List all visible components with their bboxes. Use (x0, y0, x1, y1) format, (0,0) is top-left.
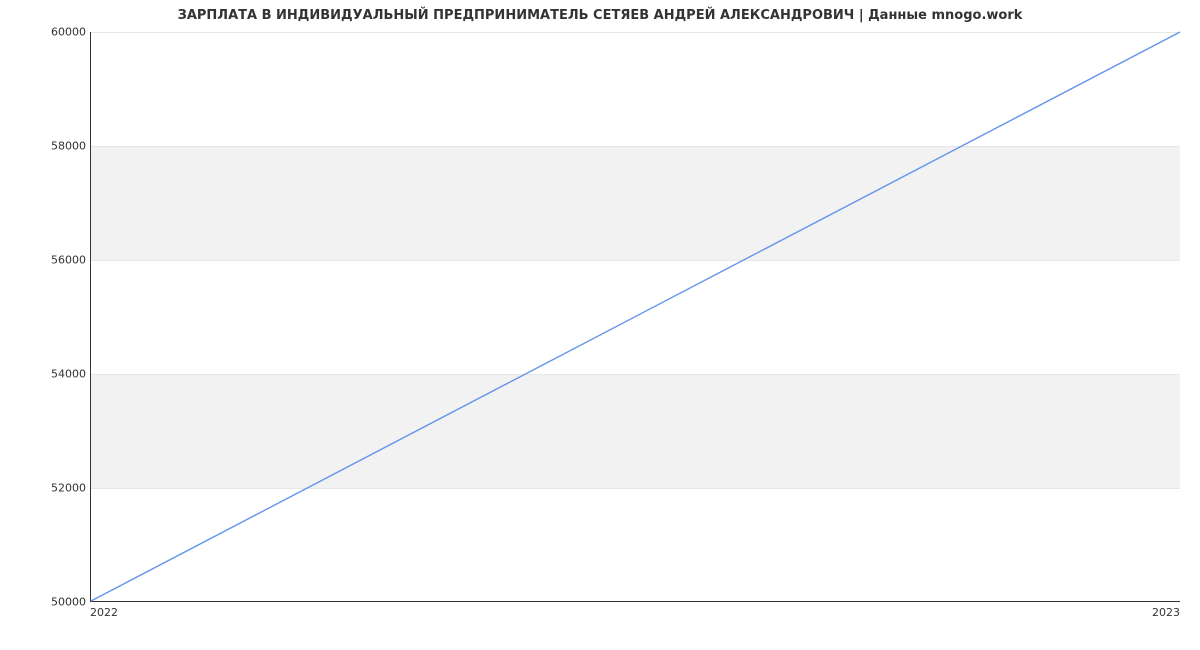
x-tick-label: 2023 (1152, 606, 1180, 619)
x-tick-label: 2022 (90, 606, 118, 619)
y-tick-label: 60000 (6, 26, 86, 39)
plot-area (90, 32, 1180, 602)
y-tick-label: 54000 (6, 368, 86, 381)
line-series (91, 32, 1180, 601)
y-tick-label: 56000 (6, 254, 86, 267)
chart-title: ЗАРПЛАТА В ИНДИВИДУАЛЬНЫЙ ПРЕДПРИНИМАТЕЛ… (0, 8, 1200, 23)
y-tick-label: 52000 (6, 482, 86, 495)
chart-container: ЗАРПЛАТА В ИНДИВИДУАЛЬНЫЙ ПРЕДПРИНИМАТЕЛ… (0, 0, 1200, 650)
y-tick-label: 58000 (6, 140, 86, 153)
y-tick-label: 50000 (6, 596, 86, 609)
